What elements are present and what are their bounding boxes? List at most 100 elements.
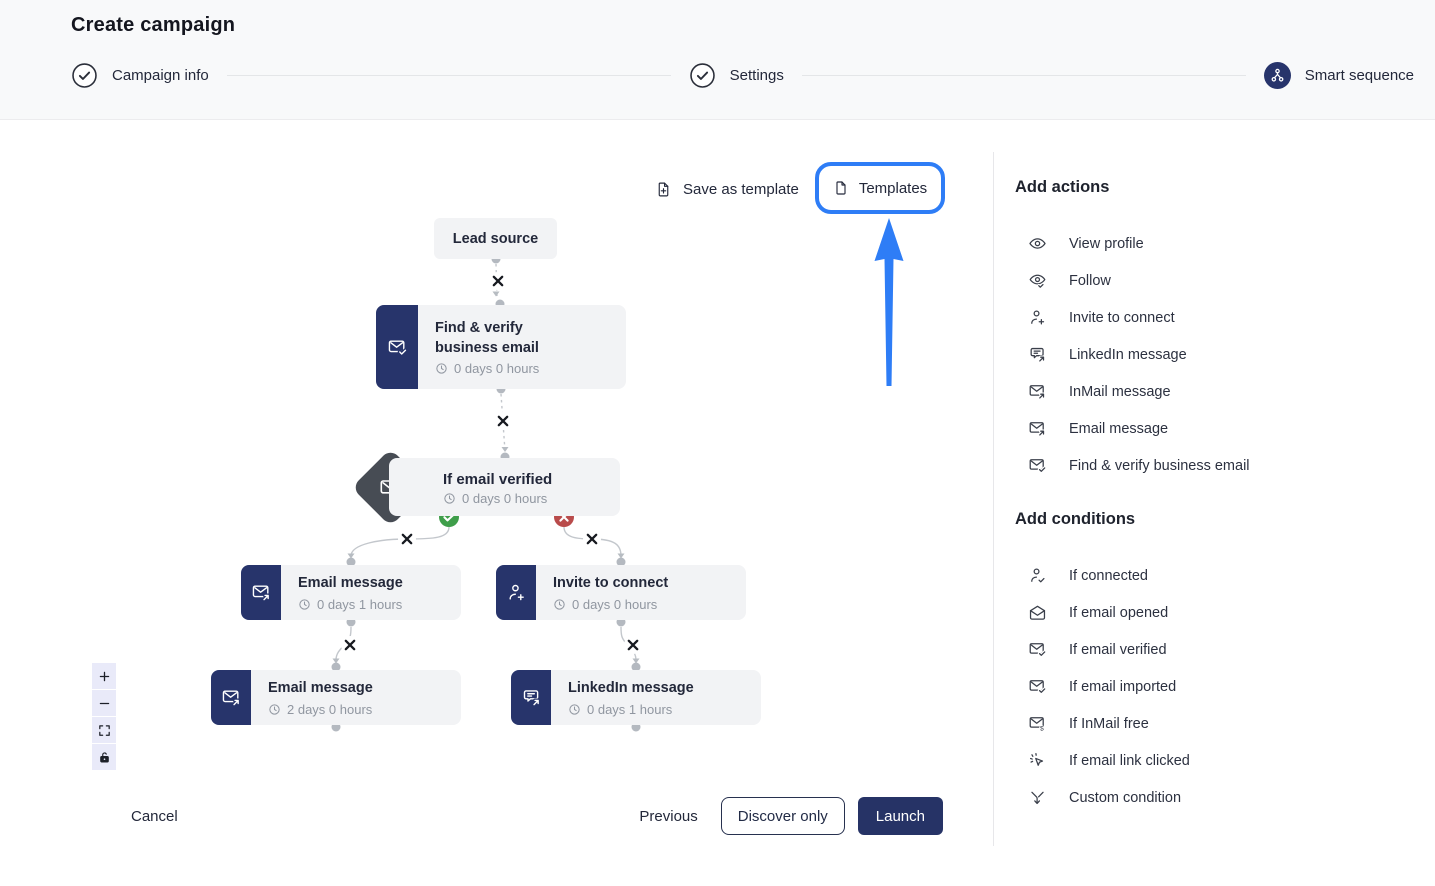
stepper: Campaign info Settings Smart sequence	[71, 62, 1414, 89]
action-inmail-message[interactable]: InMail message	[1015, 373, 1415, 410]
node-find-verify-email[interactable]: Find & verify business email 0 days 0 ho…	[376, 305, 626, 389]
step-campaign-info[interactable]: Campaign info	[71, 62, 209, 89]
delete-step-icon	[583, 530, 601, 548]
branch-icon	[1028, 788, 1047, 807]
node-delay: 0 days 0 hours	[553, 597, 668, 612]
lock-icon	[97, 750, 112, 765]
node-lead-source[interactable]: Lead source	[434, 218, 557, 259]
cancel-button[interactable]: Cancel	[131, 808, 178, 825]
condition-if-email-opened[interactable]: If email opened	[1015, 594, 1415, 631]
highlight-arrow	[875, 218, 904, 386]
add-conditions-heading: Add conditions	[1015, 510, 1415, 532]
action-linkedin-message[interactable]: LinkedIn message	[1015, 336, 1415, 373]
person-plus-icon	[1028, 308, 1047, 327]
add-actions-heading: Add actions	[1015, 178, 1415, 200]
delete-step-icon	[398, 530, 416, 548]
actions-list: View profile Follow Invite to connect Li…	[1015, 225, 1415, 484]
chat-arrow-icon	[1028, 345, 1047, 364]
actions-sidebar: Add actions View profile Follow Invite t…	[993, 120, 1435, 886]
person-check-icon	[1028, 566, 1047, 585]
node-body: Find & verify business email 0 days 0 ho…	[418, 305, 571, 389]
envelope-check-icon	[1028, 456, 1047, 475]
node-email-message-1[interactable]: Email message 0 days 1 hours	[241, 565, 461, 620]
eye-check-icon	[1028, 271, 1047, 290]
node-delay: 0 days 0 hours	[435, 361, 557, 376]
condition-if-email-link-clicked[interactable]: If email link clicked	[1015, 742, 1415, 779]
save-as-template-label: Save as template	[683, 181, 799, 198]
node-delay: 0 days 0 hours	[443, 491, 610, 506]
templates-button[interactable]: Templates	[815, 162, 945, 214]
clock-icon	[553, 598, 566, 611]
chat-arrow-icon	[511, 670, 551, 725]
save-as-template-button[interactable]: Save as template	[655, 175, 799, 203]
eye-icon	[1028, 234, 1047, 253]
node-delay: 0 days 1 hours	[568, 702, 694, 717]
node-title: Lead source	[453, 231, 538, 247]
action-view-profile[interactable]: View profile	[1015, 225, 1415, 262]
condition-if-email-verified[interactable]: If email verified	[1015, 631, 1415, 668]
delete-step-icon	[624, 636, 642, 654]
node-body: Email message 2 days 0 hours	[251, 670, 387, 725]
person-plus-icon	[496, 565, 536, 620]
plus-icon	[97, 669, 112, 684]
action-email-message[interactable]: Email message	[1015, 410, 1415, 447]
node-body: LinkedIn message 0 days 1 hours	[551, 670, 708, 725]
clock-icon	[568, 703, 581, 716]
condition-if-inmail-free[interactable]: $ If InMail free	[1015, 705, 1415, 742]
envelope-arrow-icon	[1028, 419, 1047, 438]
header: Create campaign Campaign info Settings	[0, 0, 1435, 120]
stepper-divider	[802, 75, 1246, 76]
action-invite-to-connect[interactable]: Invite to connect	[1015, 299, 1415, 336]
minus-icon	[97, 696, 112, 711]
templates-label: Templates	[859, 180, 927, 197]
node-title: Email message	[268, 679, 373, 699]
node-delay: 2 days 0 hours	[268, 702, 373, 717]
delete-step-icon	[489, 272, 507, 290]
envelope-arrow-icon	[241, 565, 281, 620]
node-email-message-2[interactable]: Email message 2 days 0 hours	[211, 670, 461, 725]
step-label: Campaign info	[112, 67, 209, 84]
condition-custom-condition[interactable]: Custom condition	[1015, 779, 1415, 816]
delete-step-icon	[341, 636, 359, 654]
canvas-zoom-controls	[92, 663, 116, 770]
stepper-divider	[227, 75, 671, 76]
clock-icon	[298, 598, 311, 611]
node-title: LinkedIn message	[568, 679, 694, 699]
action-follow[interactable]: Follow	[1015, 262, 1415, 299]
node-invite-to-connect[interactable]: Invite to connect 0 days 0 hours	[496, 565, 746, 620]
document-plus-icon	[655, 181, 672, 198]
sitemap-icon	[1264, 62, 1291, 89]
zoom-in-button[interactable]	[92, 663, 116, 689]
node-body: Email message 0 days 1 hours	[281, 565, 417, 620]
document-icon	[833, 180, 849, 196]
action-find-verify-email[interactable]: Find & verify business email	[1015, 447, 1415, 484]
clock-icon	[268, 703, 281, 716]
condition-if-connected[interactable]: If connected	[1015, 557, 1415, 594]
envelope-check-icon	[1028, 677, 1047, 696]
launch-button[interactable]: Launch	[858, 797, 943, 835]
sequence-canvas[interactable]: Save as template Templates Lead source F…	[0, 120, 993, 886]
node-title: Email message	[298, 574, 403, 594]
envelope-open-icon	[1028, 603, 1047, 622]
node-linkedin-message[interactable]: LinkedIn message 0 days 1 hours	[511, 670, 761, 725]
zoom-out-button[interactable]	[92, 690, 116, 716]
step-smart-sequence[interactable]: Smart sequence	[1264, 62, 1414, 89]
envelope-check-icon	[1028, 640, 1047, 659]
check-circle-icon	[689, 62, 716, 89]
create-campaign-page: Create campaign Campaign info Settings	[0, 0, 1435, 886]
condition-if-email-imported[interactable]: If email imported	[1015, 668, 1415, 705]
page-title: Create campaign	[71, 14, 1414, 37]
step-settings[interactable]: Settings	[689, 62, 784, 89]
fit-view-button[interactable]	[92, 717, 116, 743]
node-if-email-verified[interactable]: If email verified 0 days 0 hours	[389, 458, 620, 516]
discover-only-button[interactable]: Discover only	[721, 797, 845, 835]
lock-button[interactable]	[92, 744, 116, 770]
envelope-check-icon	[376, 305, 418, 389]
node-title: If email verified	[443, 471, 610, 488]
clock-icon	[443, 492, 456, 505]
previous-button[interactable]: Previous	[639, 808, 697, 825]
node-title: Invite to connect	[553, 574, 668, 594]
envelope-arrow-icon	[1028, 382, 1047, 401]
cursor-click-icon	[1028, 751, 1047, 770]
envelope-arrow-icon	[211, 670, 251, 725]
